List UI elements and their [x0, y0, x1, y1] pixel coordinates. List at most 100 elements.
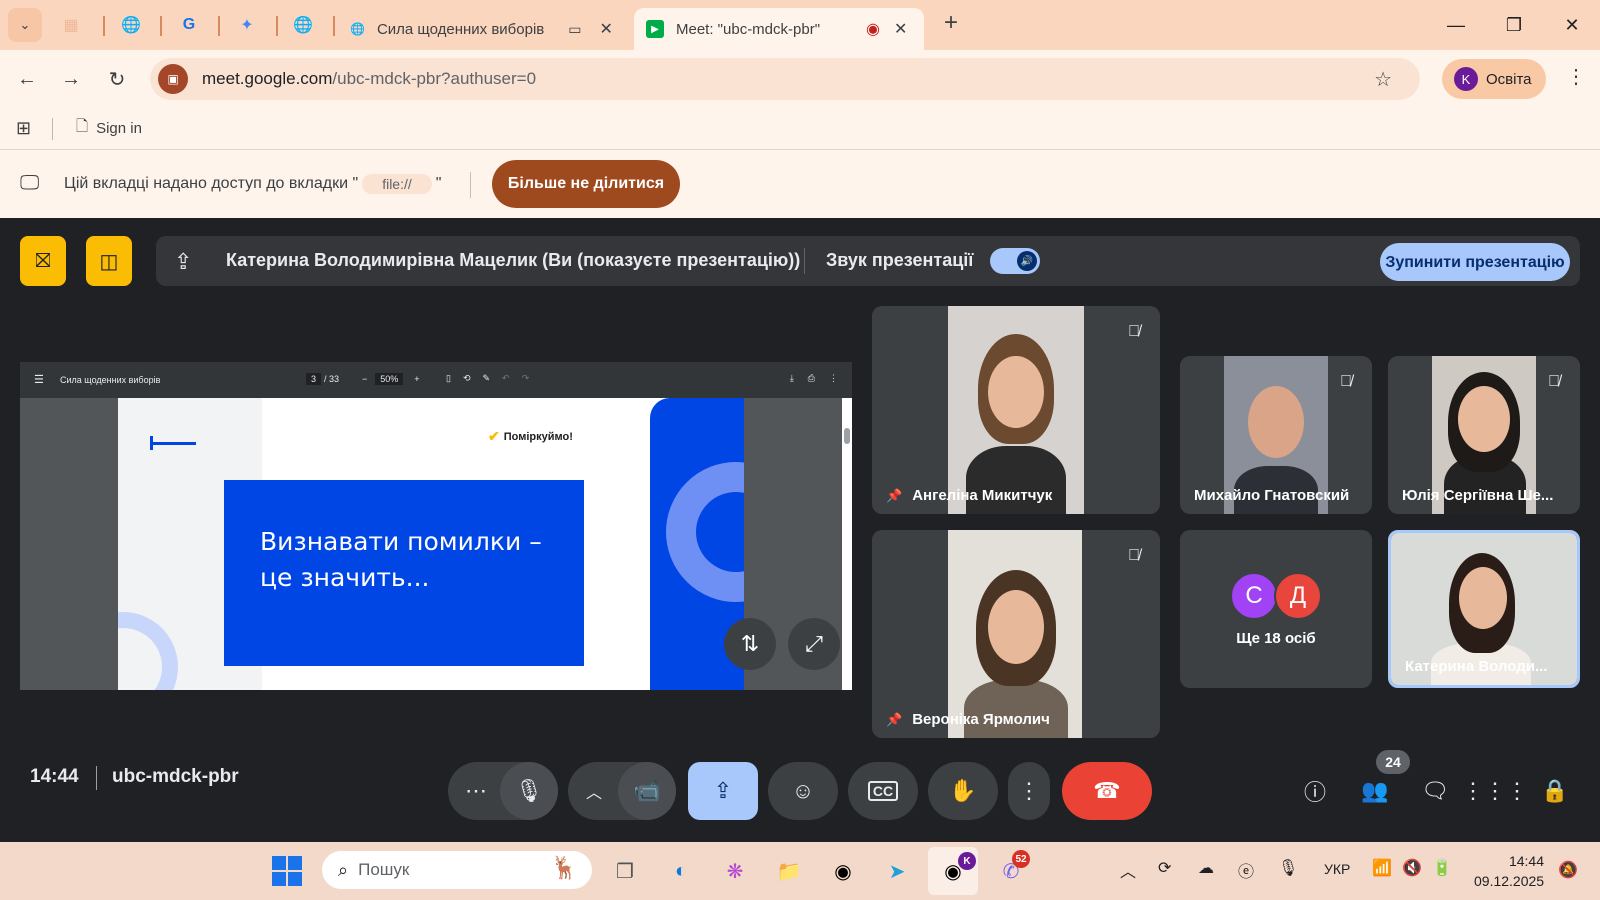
layout-button[interactable]: ◫	[86, 236, 132, 286]
taskbar-search[interactable]: ⌕ Пошук 🦌	[322, 851, 592, 889]
pinned-tab-5[interactable]: 🌐	[290, 12, 316, 38]
bookmark-star-icon[interactable]: ☆	[1374, 67, 1392, 92]
pdf-page-current: 3	[306, 373, 322, 385]
site-info-icon[interactable]: ▣	[158, 64, 188, 94]
pinned-tab-2[interactable]: 🌐	[118, 12, 144, 38]
more-participants-tile[interactable]: С Д Ще 18 осіб	[1180, 530, 1372, 688]
wifi-icon[interactable]: 📶	[1372, 858, 1392, 878]
mic-off-icon: 🎙̸	[1548, 373, 1560, 390]
reload-button[interactable]: ↻	[102, 64, 132, 94]
edge-button[interactable]: ◐	[664, 854, 698, 888]
minimize-button[interactable]: —	[1436, 10, 1476, 40]
reactions-button[interactable]: ☺	[768, 762, 838, 820]
meet-stage: ⛝ ◫ ⇪ Катерина Володимирівна Мацелик (Ви…	[0, 218, 1600, 842]
pdf-scrollbar[interactable]	[842, 398, 852, 690]
mic-icon[interactable]: 🎙	[1278, 858, 1298, 878]
file-explorer-button[interactable]: 📁	[772, 854, 806, 888]
url-text: meet.google.com/ubc-mdck-pbr?authuser=0	[202, 69, 536, 89]
presenting-banner: ⇪ Катерина Володимирівна Мацелик (Ви (по…	[156, 236, 1580, 286]
participant-tile[interactable]: 🎙̸ Михайло Гнатовский	[1180, 356, 1372, 514]
leave-call-button[interactable]: ☎	[1062, 762, 1152, 820]
copilot-button[interactable]: ❋	[718, 854, 752, 888]
pdf-title: Сила щоденних виборів	[60, 375, 161, 385]
pdf-zoom: −50% +	[362, 373, 420, 385]
blank-favicon-icon: ▦	[63, 17, 79, 34]
slide-decoration	[150, 436, 153, 450]
participant-name: 📌 Вероніка Ярмолич	[886, 711, 1050, 728]
notifications-icon[interactable]: 🔕	[1558, 860, 1578, 880]
meet-favicon-icon: ▶	[646, 20, 664, 38]
chrome-button[interactable]: ◉	[826, 854, 860, 888]
e-icon[interactable]: ⓔ	[1238, 858, 1254, 882]
close-tab-icon[interactable]: ✕	[599, 19, 612, 39]
reorder-button[interactable]: ⇅	[724, 618, 776, 670]
language-indicator[interactable]: УКР	[1324, 861, 1350, 877]
rotate-icon: ⟲	[462, 373, 471, 383]
gemini-icon: ✦	[240, 17, 254, 34]
stop-presenting-button[interactable]: Зупинити презентацію	[1380, 243, 1570, 281]
more-options-button[interactable]: ⋮	[1008, 762, 1050, 820]
divider	[804, 248, 805, 274]
pinned-tab-4[interactable]: ✦	[234, 12, 260, 38]
telegram-button[interactable]: ➤	[880, 854, 914, 888]
browser-menu-button[interactable]: ⋮	[1566, 64, 1586, 89]
zoom-out-icon: −	[362, 374, 368, 384]
host-controls-button[interactable]: 🔒	[1538, 776, 1572, 806]
close-window-button[interactable]: ✕	[1552, 10, 1592, 40]
screen-share-icon: 🖵	[20, 172, 40, 194]
pinned-tab-1[interactable]: ▦	[58, 12, 84, 38]
system-clock[interactable]: 14:44 09.12.2025	[1474, 851, 1544, 891]
participant-tile[interactable]: 🎙̸ 📌 Ангеліна Микитчук	[872, 306, 1160, 514]
participant-tile[interactable]: 🎙̸ Юлія Сергіївна Ше...	[1388, 356, 1580, 514]
hide-presentation-button[interactable]: ⛝	[20, 236, 66, 286]
restore-button[interactable]: ❐	[1494, 10, 1534, 40]
slide-logo-text: Поміркуймо!	[503, 430, 573, 443]
slide-page: ✔ Поміркуймо! Визнавати помилки – це знач…	[118, 398, 744, 690]
apps-grid-icon[interactable]: ⊞	[16, 118, 31, 139]
camera-button[interactable]: 📹	[618, 762, 676, 820]
presentation-audio-toggle[interactable]: 🔊	[990, 248, 1040, 274]
participant-tile[interactable]: 🎙̸ 📌 Вероніка Ярмолич	[872, 530, 1160, 738]
video-options-button[interactable]: ︿	[568, 762, 620, 820]
pinned-tab-3[interactable]: G	[176, 12, 202, 38]
meeting-details-button[interactable]: ⓘ	[1298, 776, 1332, 806]
bookmark-sign-in[interactable]: 🗋 Sign in	[76, 116, 142, 141]
chat-button[interactable]: 🗨	[1418, 776, 1452, 806]
volume-muted-icon[interactable]: 🔇	[1402, 858, 1422, 878]
tab-separator	[103, 16, 105, 36]
profile-button[interactable]: K Освіта	[1442, 59, 1546, 99]
tab-search-dropdown[interactable]: ⌄	[8, 8, 42, 42]
chrome-icon: ◉	[834, 860, 852, 883]
tab-separator	[160, 16, 162, 36]
windows-taskbar: ⌕ Пошук 🦌 ❐ ◐ ❋ 📁 ◉ ➤ ◉ K ✆ 52 ︿ ⟳ ☁ ⓔ 🎙…	[0, 842, 1600, 900]
microphone-button[interactable]: 🎙	[500, 762, 558, 820]
sync-icon[interactable]: ⟳	[1158, 858, 1171, 878]
back-button[interactable]: ←	[12, 64, 42, 94]
forward-button[interactable]: →	[56, 64, 86, 94]
people-button[interactable]: 👥	[1358, 776, 1392, 806]
present-button[interactable]: ⇪	[688, 762, 758, 820]
cloud-off-icon[interactable]: ☁	[1198, 858, 1214, 878]
start-button[interactable]	[272, 856, 302, 886]
battery-icon[interactable]: 🔋	[1432, 858, 1452, 878]
chevron-up-icon[interactable]: ︿	[1120, 858, 1136, 882]
new-tab-button[interactable]: +	[938, 9, 964, 36]
tab-title: Сила щоденних виборів	[376, 20, 545, 38]
close-tab-icon[interactable]: ✕	[894, 19, 907, 39]
stop-sharing-button[interactable]: Більше не ділитися	[492, 160, 680, 208]
task-view-button[interactable]: ❐	[608, 854, 642, 888]
self-view-tile[interactable]: Катерина Володи...	[1388, 530, 1580, 688]
captions-button[interactable]: CC	[848, 762, 918, 820]
swap-vert-icon: ⇅	[740, 631, 760, 656]
tab-meet[interactable]: ▶ Meet: "ubc-mdck-pbr" ◉ ✕	[634, 8, 924, 50]
fullscreen-button[interactable]: ⤢	[788, 618, 840, 670]
scroll-thumb[interactable]	[844, 428, 850, 444]
audio-options-button[interactable]: ⋯	[448, 762, 504, 820]
raise-hand-button[interactable]: ✋	[928, 762, 998, 820]
address-bar[interactable]: ▣ meet.google.com/ubc-mdck-pbr?authuser=…	[150, 58, 1420, 100]
info-icon: ⓘ	[1303, 780, 1326, 805]
browser-tab-bar: ⌄ ▦ 🌐 G ✦ 🌐 🌐 Сила щоденних виборів ▭ ✕ …	[0, 0, 1600, 50]
zoom-in-icon: +	[414, 374, 420, 384]
activities-button[interactable]: ⋮⋮⋮	[1462, 776, 1528, 806]
tab-pdf[interactable]: 🌐 Сила щоденних виборів ▭ ✕	[338, 8, 624, 50]
